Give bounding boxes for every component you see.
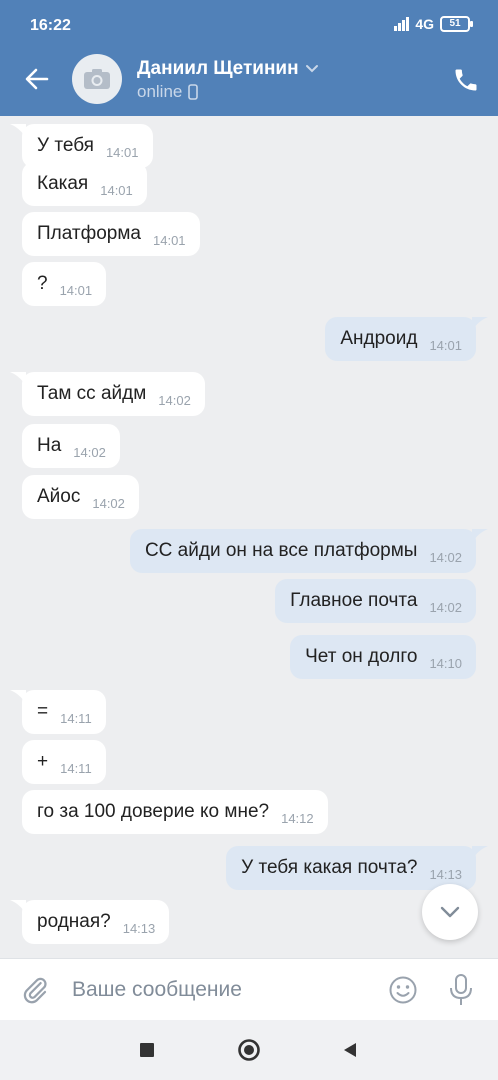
message-text: ? [37, 273, 48, 294]
outgoing-message[interactable]: У тебя какая почта? 14:13 [226, 846, 476, 890]
online-status: online [137, 82, 183, 101]
message-time: 14:02 [73, 444, 106, 460]
message-list[interactable]: У тебя 14:01 Какая 14:01 Платформа 14:01? 14:0… [0, 116, 498, 958]
chevron-down-icon [440, 906, 460, 918]
message-text: Андроид [340, 328, 418, 349]
message-time: 14:01 [153, 232, 186, 248]
network-type: 4G [415, 16, 434, 32]
bubble-tail [10, 900, 26, 914]
phone-icon [455, 69, 477, 91]
battery-level: 51 [449, 18, 461, 29]
message-time: 14:11 [60, 710, 92, 726]
message-text: У тебя [37, 135, 94, 156]
incoming-message[interactable]: = 14:11 [22, 690, 106, 734]
message-text: Главное почта [290, 590, 418, 611]
message-text: Там сс айдм [37, 383, 147, 404]
message-input[interactable] [72, 977, 372, 1003]
contact-name-label: Даниил Щетинин [137, 58, 299, 79]
message-time: 14:01 [100, 182, 133, 198]
arrow-left-icon [25, 68, 49, 90]
message-text: го за 100 доверие ко мне? [37, 801, 270, 822]
message-time: 14:02 [92, 495, 125, 511]
message-text: Чет он долго [305, 646, 418, 667]
incoming-message[interactable]: Какая 14:01 [22, 162, 147, 206]
bubble-tail [472, 846, 488, 860]
home-button[interactable] [237, 1038, 261, 1062]
message-time: 14:13 [122, 920, 156, 936]
square-icon [140, 1043, 154, 1057]
attach-button[interactable] [20, 975, 50, 1005]
bubble-tail [10, 690, 26, 704]
message-time: 14:02 [429, 549, 462, 565]
outgoing-message[interactable]: Главное почта 14:02 [275, 579, 476, 623]
incoming-message[interactable]: родная? 14:13 [22, 900, 170, 944]
call-button[interactable] [452, 66, 480, 94]
scroll-down-button[interactable] [422, 884, 478, 940]
status-indicators: 4G 51 [394, 16, 473, 32]
mobile-device-icon [188, 84, 199, 100]
message-text: Платформа [37, 223, 141, 244]
incoming-message[interactable]: Платформа 14:01 [22, 212, 200, 256]
outgoing-message[interactable]: СС айди он на все платформы 14:02 [129, 529, 476, 573]
contact-status: online [137, 82, 199, 102]
incoming-message[interactable]: +14:11 [22, 740, 106, 784]
message-text: На [37, 435, 62, 456]
status-bar: 16:22 4G 51 [0, 0, 498, 52]
emoji-button[interactable] [388, 975, 418, 1005]
camera-icon [84, 69, 110, 89]
bubble-tail [472, 317, 488, 331]
message-time: 14:12 [281, 810, 314, 826]
message-text: родная? [37, 911, 111, 932]
circle-icon [238, 1039, 260, 1061]
triangle-icon [344, 1043, 356, 1057]
contact-name[interactable]: Даниил Щетинин [137, 58, 319, 80]
recent-apps-button[interactable] [137, 1040, 157, 1060]
microphone-icon [450, 974, 472, 1005]
microphone-button[interactable] [448, 973, 474, 1007]
back-button[interactable] [22, 64, 52, 94]
chat-header: 16:22 4G 51 Даниил Щетинин online [0, 0, 498, 116]
incoming-message[interactable]: го за 100 доверие ко мне? 14:12 [22, 790, 328, 834]
bubble-tail [10, 124, 26, 138]
status-time: 16:22 [30, 17, 71, 34]
message-text: СС айди он на все платформы [144, 540, 418, 561]
incoming-message[interactable]: Там сс айдм 14:02 [22, 372, 205, 416]
bubble-tail [472, 529, 488, 543]
system-navigation-bar [0, 1020, 498, 1080]
outgoing-message[interactable]: Чет он долго 14:10 [290, 635, 476, 679]
incoming-message[interactable]: Айос 14:02 [22, 475, 139, 519]
back-nav-button[interactable] [340, 1040, 360, 1060]
avatar[interactable] [72, 54, 122, 104]
bubble-tail [10, 372, 26, 386]
signal-icon [394, 17, 410, 31]
smile-icon [389, 976, 417, 1004]
chevron-down-icon [305, 65, 318, 73]
message-time: 14:01 [429, 337, 462, 353]
battery-icon: 51 [440, 16, 473, 32]
incoming-message[interactable]: На 14:02 [22, 424, 120, 468]
message-text: Айос [37, 486, 81, 507]
outgoing-message[interactable]: Андроид 14:01 [325, 317, 476, 361]
message-time: 14:13 [429, 866, 462, 882]
message-text: Какая [37, 173, 89, 194]
message-time: 14:01 [59, 282, 93, 298]
message-time: 14:11 [60, 760, 92, 776]
message-time: 14:01 [105, 144, 139, 160]
message-time: 14:02 [158, 392, 191, 408]
paperclip-icon [23, 977, 47, 1004]
incoming-message[interactable]: ? 14:01 [22, 262, 107, 306]
message-composer [0, 958, 498, 1020]
message-text: + [37, 751, 49, 772]
message-text: = [37, 701, 49, 722]
message-time: 14:10 [429, 655, 462, 671]
message-time: 14:02 [429, 599, 462, 615]
message-text: У тебя какая почта? [241, 857, 418, 878]
